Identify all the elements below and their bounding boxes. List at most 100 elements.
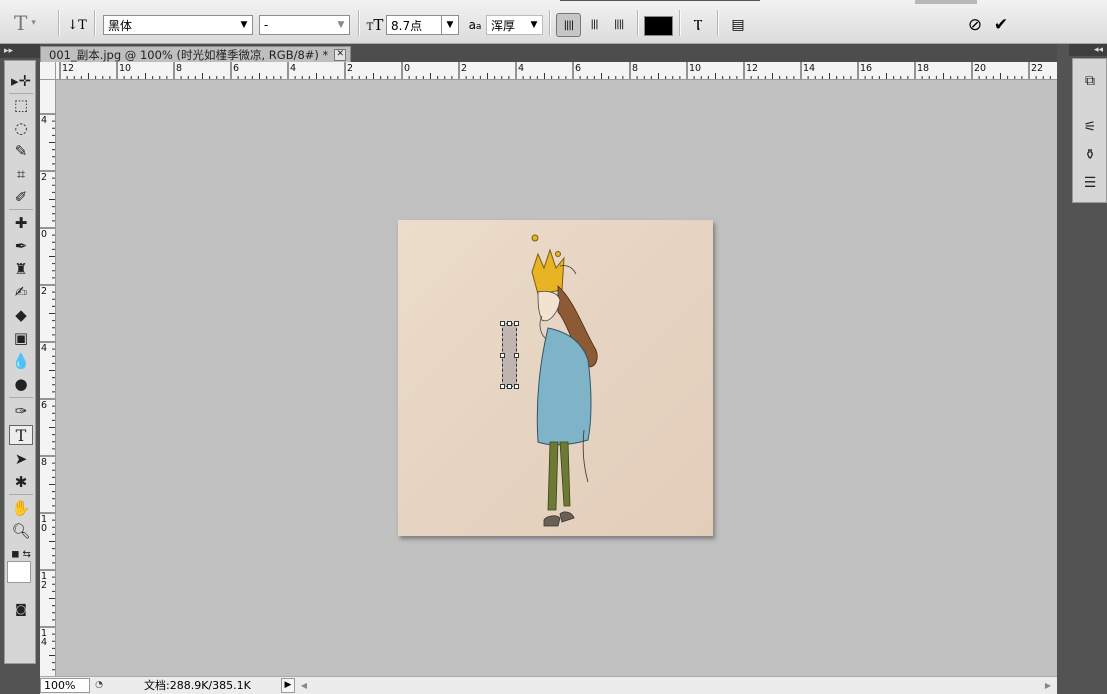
text-layer-bounding-box[interactable] (500, 321, 519, 389)
ruler-label: 14 (41, 628, 48, 648)
ruler-label: 14 (803, 63, 816, 74)
move-tool-icon[interactable]: ▸✛ (9, 71, 33, 91)
document-tab[interactable]: 001_副本.jpg @ 100% (时光如槿季微凉, RGB/8#) * ✕ (40, 46, 352, 62)
quick-mask-icon[interactable]: ◙ (9, 599, 33, 619)
gradient-tool-icon[interactable]: ▣ (9, 328, 33, 348)
align-left-button[interactable]: |||| (556, 13, 581, 37)
character-panel-icon: ▤ (731, 17, 745, 33)
tools-panel-collapse[interactable]: ▸▸ (0, 44, 40, 58)
ruler-label: 0 (404, 63, 411, 74)
commit-checkmark-icon: ✔ (993, 15, 1009, 35)
font-family-select[interactable]: 黑体 ▼ (103, 15, 253, 35)
dodge-tool-icon[interactable]: ● (9, 374, 33, 394)
lasso-tool-icon[interactable]: ◌ (9, 118, 33, 138)
transform-handle[interactable] (500, 321, 505, 326)
transform-handle[interactable] (500, 384, 505, 389)
ruler-label: 2 (461, 63, 468, 74)
commit-button[interactable]: ✔ (990, 14, 1012, 36)
custom-shape-tool-icon[interactable]: ✱ (9, 472, 33, 492)
ruler-label: 8 (632, 63, 639, 74)
girl-illustration (531, 234, 598, 527)
transform-handle[interactable] (500, 353, 505, 358)
zoom-level-field[interactable]: 100% (40, 678, 90, 693)
pen-tool-icon[interactable]: ✑ (9, 401, 33, 421)
ruler-label: 4 (41, 115, 48, 126)
brush-presets-icon[interactable]: ⚟ (1079, 117, 1101, 137)
history-brush-tool-icon[interactable]: ✍ (9, 282, 33, 302)
eyedropper-tool-icon[interactable]: ✐ (9, 187, 33, 207)
ruler-label: 18 (917, 63, 930, 74)
text-color-swatch[interactable] (644, 16, 673, 36)
horizontal-ruler-ticks (59, 62, 1051, 79)
transform-handle[interactable] (507, 384, 512, 389)
healing-brush-tool-icon[interactable]: ✚ (9, 213, 33, 233)
status-menu-arrow-icon[interactable]: ▶ (281, 678, 295, 693)
scroll-right-icon[interactable]: ▶ (1042, 678, 1054, 693)
menu-remnant-highlight (915, 0, 977, 4)
warp-text-button[interactable]: Ⲧ (687, 14, 709, 36)
character-panel-button[interactable]: ▤ (727, 14, 749, 36)
transform-handle[interactable] (514, 321, 519, 326)
eraser-tool-icon[interactable]: ◆ (9, 305, 33, 325)
ruler-label: 2 (347, 63, 354, 74)
align-center-button[interactable]: ||| (583, 13, 606, 35)
cancel-icon: ⊘ (967, 15, 983, 35)
toggle-orientation-button[interactable]: ↓T (66, 14, 88, 36)
font-style-select[interactable]: - ▼ (259, 15, 350, 35)
path-selection-tool-icon[interactable]: ➤ (9, 449, 33, 469)
clone-stamp-tool-icon[interactable]: ♜ (9, 259, 33, 279)
align-right-icon: |||| (613, 18, 625, 30)
anti-alias-select[interactable]: 浑厚 ▼ (486, 15, 543, 35)
font-style-value: - (264, 18, 269, 32)
transform-handle[interactable] (514, 384, 519, 389)
chevron-down-icon: ▼ (240, 20, 248, 30)
ruler-label: 2 (41, 286, 48, 297)
options-bar: T ▾ ↓T 黑体 ▼ - ▼ TT 8.7点 ▼ aa 浑厚 ▼ |||| |… (0, 0, 1107, 44)
ruler-label: 8 (41, 457, 48, 468)
horizontal-ruler[interactable]: 12 10 8 6 4 2 0 2 4 6 8 10 12 14 16 18 20 22 (56, 62, 1057, 80)
ruler-label: 4 (518, 63, 525, 74)
font-size-field[interactable]: 8.7点 ▼ (386, 15, 459, 35)
chevron-down-icon: ▼ (530, 20, 538, 30)
foreground-color-swatch[interactable] (7, 561, 31, 583)
anti-alias-value: 浑厚 (491, 18, 516, 33)
scroll-left-icon[interactable]: ◀ (298, 678, 310, 693)
status-info-icon[interactable]: ◔ (92, 679, 106, 692)
hand-tool-icon[interactable]: ✋ (9, 498, 33, 518)
ruler-label: 6 (233, 63, 240, 74)
ruler-label: 12 (746, 63, 759, 74)
brush-tool-icon[interactable]: ✒ (9, 236, 33, 256)
marquee-tool-icon[interactable]: ⬚ (9, 95, 33, 115)
font-family-value: 黑体 (108, 18, 133, 33)
chevron-down-icon: ▾ (31, 18, 36, 28)
transform-handle[interactable] (514, 353, 519, 358)
ruler-label: 16 (860, 63, 873, 74)
document-size-info: 文档:288.9K/385.1K (144, 679, 251, 692)
dock-collapse[interactable]: ◂◂ (1069, 44, 1107, 56)
tool-presets-icon[interactable]: ☰ (1079, 173, 1101, 193)
align-right-button[interactable]: |||| (607, 13, 630, 35)
transform-handle[interactable] (507, 321, 512, 326)
horizontal-scrollbar[interactable]: ◀ ▶ (296, 678, 1056, 693)
ruler-label: 8 (176, 63, 183, 74)
vertical-ruler[interactable]: 4 2 0 2 4 6 8 10 12 14 (40, 80, 56, 676)
font-size-value: 8.7点 (391, 18, 423, 33)
type-tool-icon[interactable]: T (9, 425, 33, 445)
cancel-button[interactable]: ⊘ (964, 14, 986, 36)
clone-source-icon[interactable]: ⚱ (1079, 145, 1101, 165)
collapsed-panels: ⧉ ⚟ ⚱ ☰ (1072, 58, 1107, 203)
zoom-tool-icon[interactable]: 🔍︎ (9, 521, 33, 541)
ruler-origin[interactable] (40, 62, 56, 80)
blur-tool-icon[interactable]: 💧 (9, 351, 33, 371)
crop-tool-icon[interactable]: ⌗ (9, 164, 33, 184)
tools-panel-body: ▸✛ ⬚ ◌ ✎ ⌗ ✐ ✚ ✒ ♜ ✍ ◆ ▣ 💧 ● ✑ T ➤ ✱ ✋ 🔍… (4, 60, 37, 664)
chevron-down-icon: ▼ (441, 16, 458, 34)
document-image[interactable] (398, 220, 713, 536)
close-icon[interactable]: ✕ (334, 48, 347, 61)
tools-panel: ▸▸ ▸✛ ⬚ ◌ ✎ ⌗ ✐ ✚ ✒ ♜ ✍ ◆ ▣ 💧 ● ✑ T ➤ ✱ … (0, 44, 40, 694)
ruler-label: 10 (41, 514, 48, 534)
history-panel-icon[interactable]: ⧉ (1079, 71, 1101, 91)
tool-preset-picker[interactable]: T ▾ (14, 11, 36, 35)
quick-selection-tool-icon[interactable]: ✎ (9, 141, 33, 161)
right-panel-dock: ◂◂ ⧉ ⚟ ⚱ ☰ (1057, 44, 1107, 694)
